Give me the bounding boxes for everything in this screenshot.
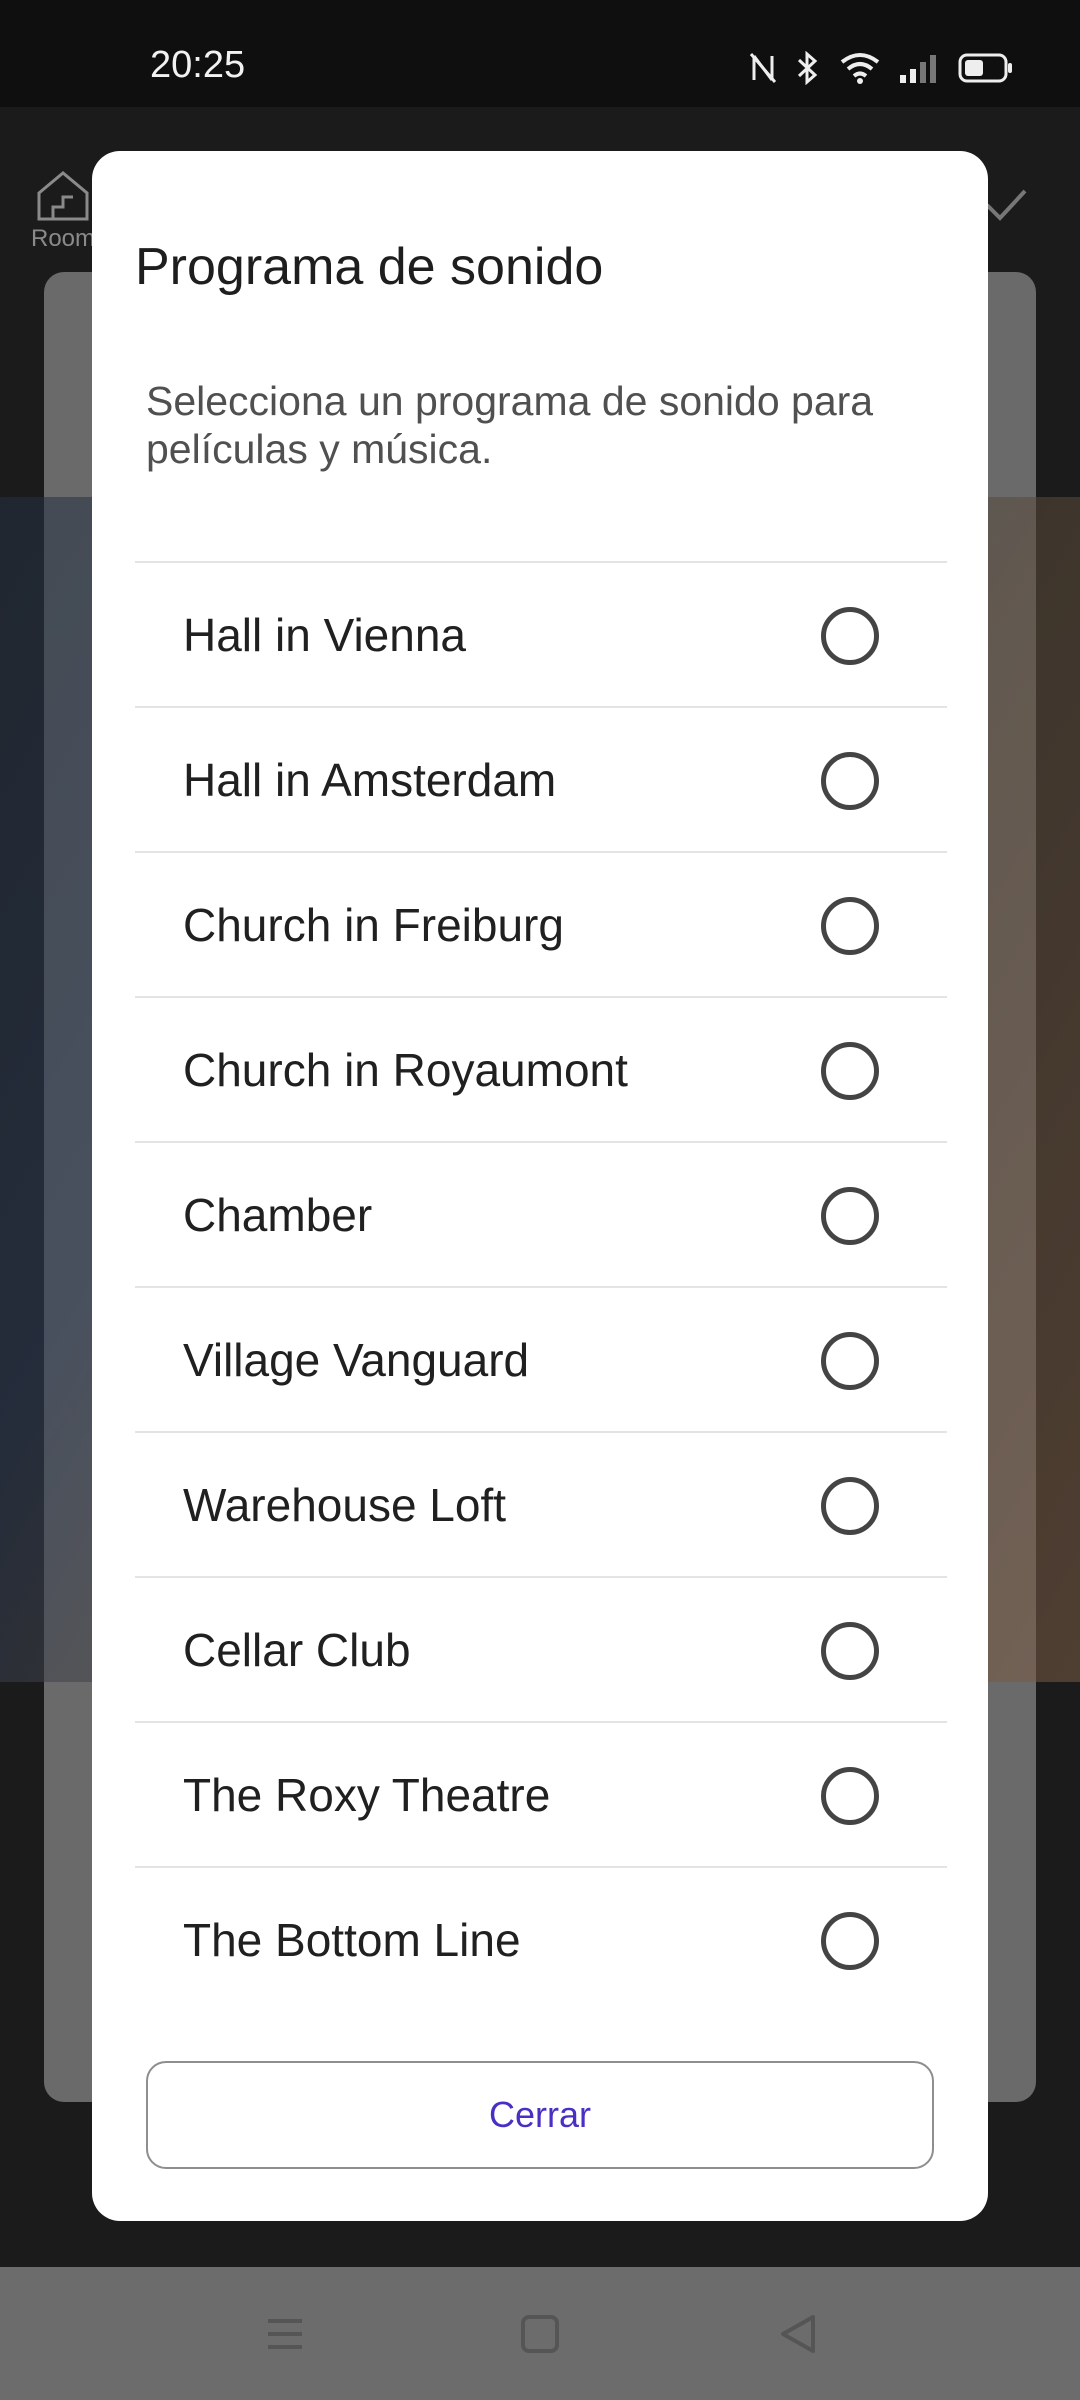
- sound-program-option[interactable]: Church in Freiburg: [135, 853, 947, 998]
- radio-button[interactable]: [821, 1622, 879, 1680]
- sound-program-dialog: Programa de sonido Selecciona un program…: [92, 151, 988, 2221]
- menu-icon[interactable]: [262, 2311, 308, 2357]
- option-label: Church in Freiburg: [183, 899, 564, 951]
- sound-program-option[interactable]: Church in Royaumont: [135, 998, 947, 1143]
- option-label: Warehouse Loft: [183, 1479, 507, 1531]
- sound-program-option[interactable]: Warehouse Loft: [135, 1433, 947, 1578]
- radio-button[interactable]: [821, 897, 879, 955]
- option-label: Hall in Vienna: [183, 609, 467, 661]
- sound-program-option[interactable]: Village Vanguard: [135, 1288, 947, 1433]
- radio-button[interactable]: [821, 1912, 879, 1970]
- sound-program-option[interactable]: Cellar Club: [135, 1578, 947, 1723]
- battery-icon: [958, 53, 1014, 83]
- status-icons: [750, 44, 1014, 92]
- radio-button[interactable]: [821, 1187, 879, 1245]
- home-icon: [37, 171, 89, 221]
- status-bar: 20:25: [0, 0, 1080, 107]
- status-time: 20:25: [150, 44, 246, 86]
- option-label: Village Vanguard: [183, 1334, 530, 1386]
- radio-button[interactable]: [821, 752, 879, 810]
- option-label: Cellar Club: [183, 1624, 411, 1676]
- sound-program-option[interactable]: Chamber: [135, 1143, 947, 1288]
- radio-button[interactable]: [821, 1332, 879, 1390]
- option-label: The Bottom Line: [183, 1914, 521, 1966]
- sound-program-list: Hall in Vienna Hall in Amsterdam Church …: [135, 561, 947, 2013]
- option-label: Chamber: [183, 1189, 373, 1241]
- bluetooth-icon: [796, 51, 820, 85]
- signal-icon: [900, 53, 938, 83]
- room-button: Room: [28, 167, 98, 253]
- dialog-description: Selecciona un programa de sonido para pe…: [146, 378, 874, 472]
- wifi-icon: [840, 52, 880, 84]
- close-button[interactable]: Cerrar: [146, 2061, 934, 2169]
- sound-program-option[interactable]: The Bottom Line: [135, 1868, 947, 2013]
- room-label: Room: [30, 225, 96, 252]
- option-label: Hall in Amsterdam: [183, 754, 557, 806]
- radio-button[interactable]: [821, 607, 879, 665]
- radio-button[interactable]: [821, 1477, 879, 1535]
- sound-program-option[interactable]: Hall in Amsterdam: [135, 708, 947, 853]
- navigation-bar: [0, 2267, 1080, 2400]
- back-icon[interactable]: [775, 2311, 821, 2357]
- sound-program-option[interactable]: Hall in Vienna: [135, 563, 947, 708]
- radio-button[interactable]: [821, 1042, 879, 1100]
- dialog-title: Programa de sonido: [135, 238, 604, 296]
- option-label: The Roxy Theatre: [183, 1769, 551, 1821]
- nfc-icon: [750, 53, 776, 83]
- home-nav-icon[interactable]: [517, 2311, 563, 2357]
- radio-button[interactable]: [821, 1767, 879, 1825]
- option-label: Church in Royaumont: [183, 1044, 628, 1096]
- sound-program-option[interactable]: The Roxy Theatre: [135, 1723, 947, 1868]
- check-icon: [984, 187, 1028, 228]
